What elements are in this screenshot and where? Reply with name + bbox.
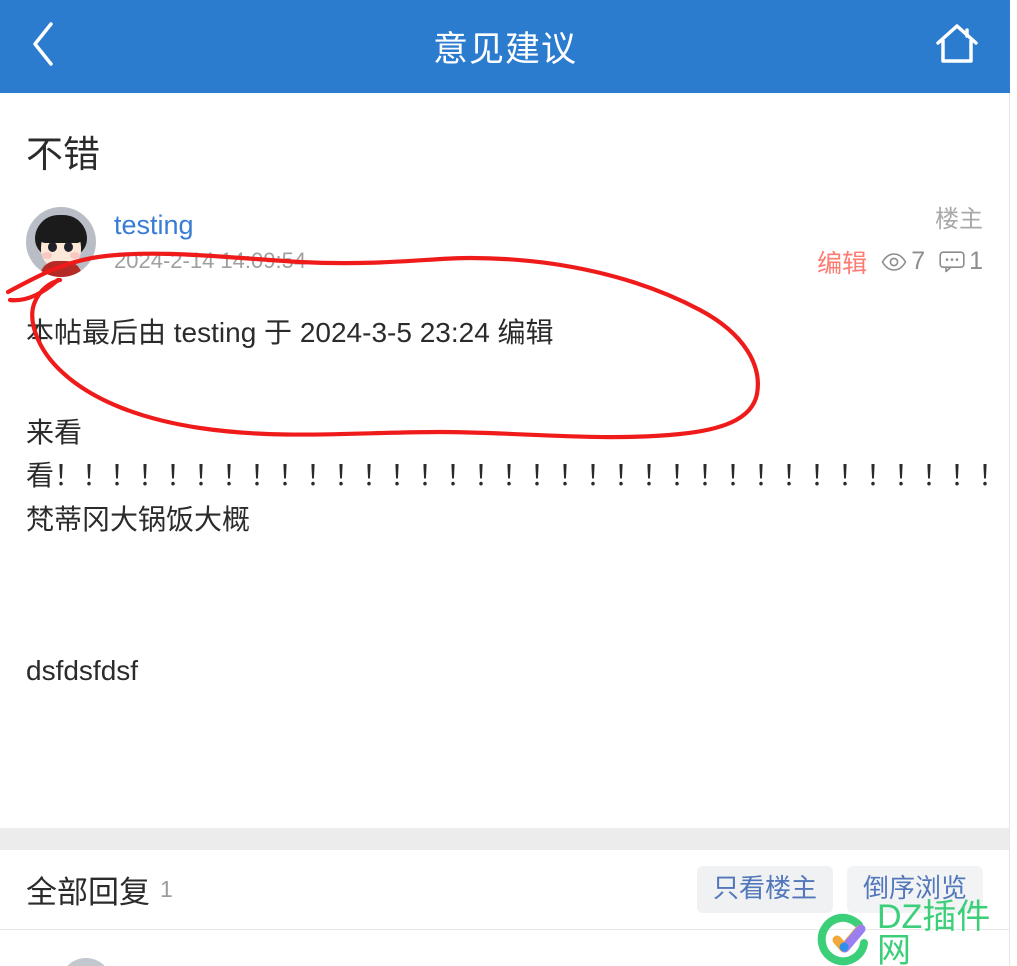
body-spacer-2 bbox=[26, 541, 983, 649]
sort-desc-button[interactable]: 倒序浏览 bbox=[846, 865, 983, 914]
filter-op-button[interactable]: 只看楼主 bbox=[696, 865, 833, 914]
view-count: 7 bbox=[881, 247, 925, 276]
post-author-row: testing 2024-2-14 14:09:54 楼主 编辑 7 1 bbox=[0, 206, 1009, 280]
post-timestamp: 2024-2-14 14:09:54 bbox=[114, 247, 307, 273]
replies-title: 全部回复 bbox=[26, 875, 150, 910]
thread-content: 不错 testing 2024-2-14 14:09:54 楼主 编辑 7 1 … bbox=[0, 93, 1010, 966]
replies-header: 全部回复 1 只看楼主 倒序浏览 bbox=[0, 850, 1009, 930]
back-button[interactable] bbox=[30, 19, 74, 75]
replies-count: 1 bbox=[160, 876, 173, 902]
op-badge: 楼主 bbox=[935, 206, 983, 234]
post-paragraph-3: dsfdsfdsf bbox=[26, 654, 139, 686]
post-meta-right: 楼主 编辑 7 1 bbox=[817, 206, 983, 280]
thread-title: 不错 bbox=[26, 134, 100, 175]
reply-avatar[interactable] bbox=[60, 958, 112, 966]
eye-icon bbox=[881, 252, 907, 271]
comment-count: 1 bbox=[939, 247, 983, 276]
view-count-value: 7 bbox=[911, 247, 926, 276]
section-divider bbox=[0, 828, 1009, 850]
author-name-link[interactable]: testing bbox=[114, 209, 306, 241]
poster-info: testing 2024-2-14 14:09:54 bbox=[114, 207, 306, 274]
page-title: 意见建议 bbox=[432, 30, 577, 69]
chevron-left-icon bbox=[30, 21, 56, 72]
edit-post-link[interactable]: 编辑 bbox=[817, 244, 867, 280]
replies-actions: 只看楼主 倒序浏览 bbox=[696, 865, 983, 914]
post-stats-row: 编辑 7 1 bbox=[817, 244, 983, 280]
thread-detail-screen: 意见建议 不错 testing 2024-2-14 14:09:54 楼主 编辑… bbox=[0, 0, 1017, 966]
body-spacer-1 bbox=[26, 355, 983, 411]
post-paragraph-2: 看！！！！！！！！！！！！！！！！！！！！！！！！！！！！！！！！！！！！！！梵… bbox=[26, 460, 1010, 535]
post-body: 本帖最后由 testing 于 2024-3-5 23:24 编辑 来看 看！！… bbox=[0, 311, 1009, 692]
comment-icon bbox=[939, 251, 965, 273]
post-edited-note: 本帖最后由 testing 于 2024-3-5 23:24 编辑 bbox=[26, 317, 554, 349]
avatar-fringe bbox=[39, 223, 83, 244]
avatar-collar bbox=[40, 261, 82, 278]
app-header: 意见建议 bbox=[0, 0, 1010, 93]
home-icon bbox=[934, 22, 980, 71]
home-button[interactable] bbox=[926, 20, 980, 74]
post-paragraph-1: 来看 bbox=[26, 416, 83, 448]
avatar[interactable] bbox=[26, 207, 96, 278]
comment-count-value: 1 bbox=[969, 247, 983, 276]
